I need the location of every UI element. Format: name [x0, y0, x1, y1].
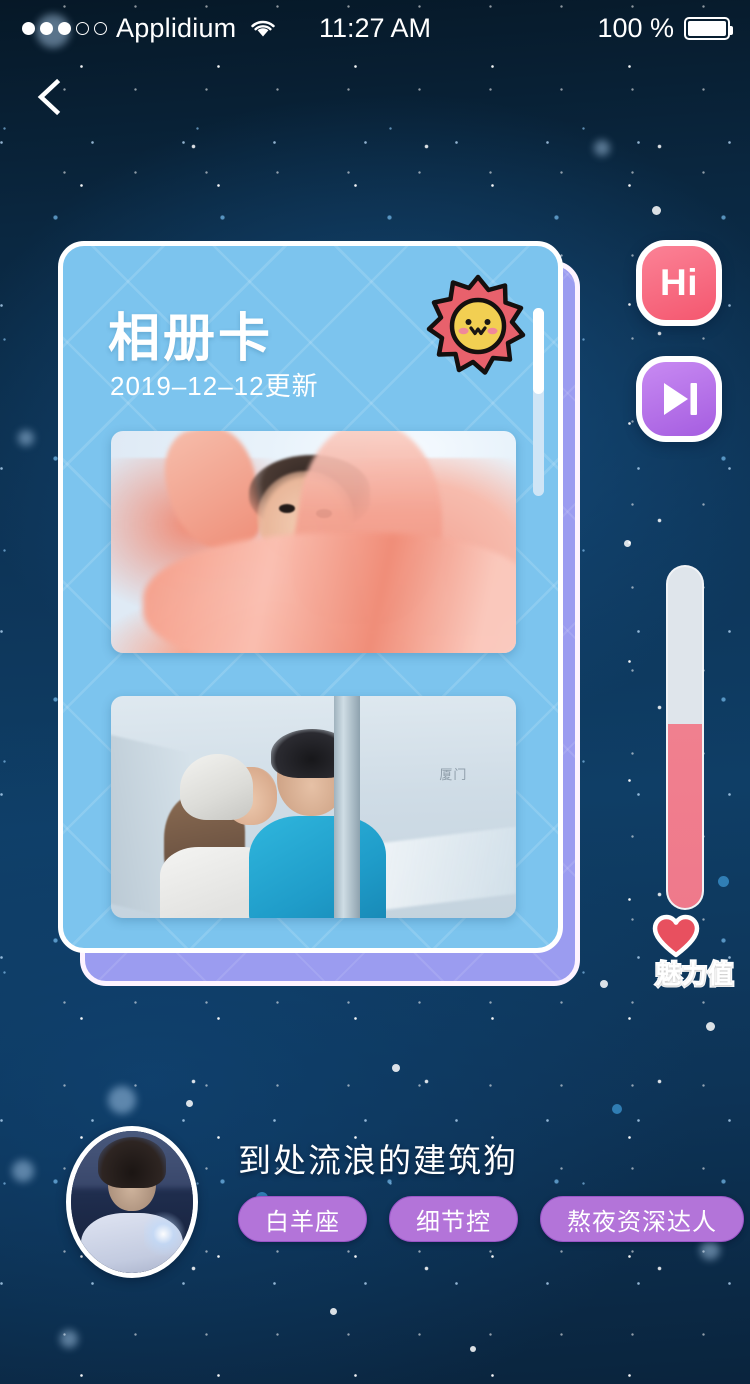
- say-hi-label: Hi: [660, 261, 698, 303]
- avatar[interactable]: [66, 1126, 198, 1278]
- profile-tag-label: 熬夜资深达人: [567, 1208, 717, 1236]
- battery-percent-label: 100 %: [597, 12, 674, 43]
- sun-face-sticker-icon: [426, 274, 530, 378]
- card-updated-date: 2019–12–12更新: [110, 371, 319, 401]
- album-photo-1[interactable]: [111, 431, 516, 653]
- profile-tag-label: 细节控: [416, 1208, 491, 1236]
- status-bar-right: 100 %: [597, 12, 733, 44]
- profile-tag[interactable]: 熬夜资深达人: [540, 1196, 744, 1242]
- album-card-front[interactable]: 相册卡 2019–12–12更新 厦门: [58, 241, 563, 953]
- profile-section: 到处流浪的建筑狗 白羊座 细节控 熬夜资深达人: [0, 1118, 750, 1288]
- chevron-left-icon: [18, 66, 80, 128]
- app-root: Applidium 11:27 AM 100 % 相册卡 2019–12–12更…: [0, 0, 750, 1384]
- charm-gauge-fill: [668, 723, 702, 908]
- profile-tag[interactable]: 细节控: [389, 1196, 518, 1242]
- next-profile-button[interactable]: [636, 356, 722, 442]
- say-hi-button[interactable]: Hi: [636, 240, 722, 326]
- charm-label: 魅力值: [654, 959, 735, 991]
- battery-full-icon: [684, 16, 733, 40]
- charm-gauge-slider[interactable]: [666, 565, 704, 910]
- profile-username: 到处流浪的建筑狗: [238, 1142, 518, 1179]
- card-scrollbar[interactable]: [533, 308, 544, 496]
- profile-tag-label: 白羊座: [265, 1208, 340, 1236]
- photo-watermark: 厦门: [439, 766, 468, 782]
- profile-tag-list: 白羊座 细节控 熬夜资深达人: [238, 1196, 744, 1242]
- back-button[interactable]: [18, 66, 80, 128]
- heart-icon: [652, 914, 700, 958]
- profile-tag[interactable]: 白羊座: [238, 1196, 367, 1242]
- page-title: 相册卡: [108, 310, 274, 368]
- album-card-stack[interactable]: 相册卡 2019–12–12更新 厦门: [58, 241, 580, 986]
- album-photo-2[interactable]: 厦门: [111, 696, 516, 918]
- status-bar: Applidium 11:27 AM 100 %: [0, 0, 750, 56]
- skip-next-icon: [656, 376, 702, 422]
- card-scrollbar-thumb[interactable]: [533, 308, 544, 394]
